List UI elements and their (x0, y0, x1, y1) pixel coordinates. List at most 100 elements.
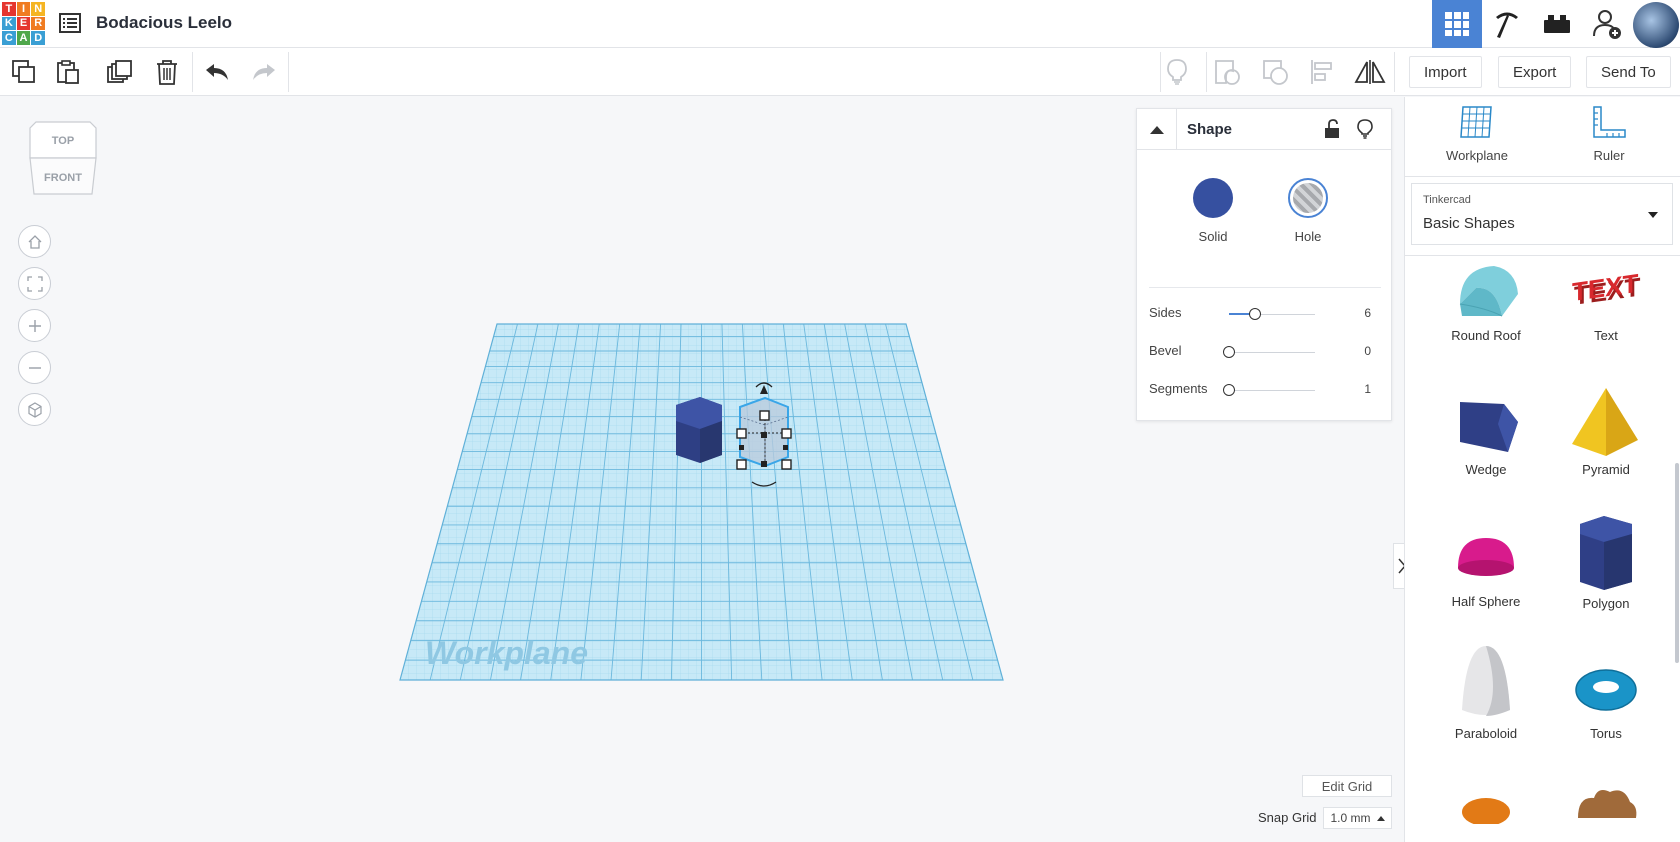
shape-grid: Round Roof TEXT TEXT Text Wedge Pyramid … (1405, 256, 1675, 842)
round-roof-shape-icon (1459, 266, 1518, 317)
segments-slider-knob[interactable] (1223, 384, 1235, 396)
top-header: T I N K E R C A D Bodacious Leelo (0, 0, 1680, 48)
shape-half-sphere[interactable]: Half Sphere (1426, 526, 1546, 609)
workplane-tool[interactable]: Workplane (1427, 105, 1527, 163)
segments-slider[interactable] (1223, 384, 1315, 396)
shape-label: Paraboloid (1454, 726, 1518, 741)
hide-shape-button[interactable] (1357, 119, 1373, 144)
segments-value[interactable]: 1 (1347, 382, 1371, 396)
copy-button[interactable] (8, 56, 40, 88)
ruler-icon (1593, 106, 1626, 138)
shape-label: Polygon (1582, 596, 1630, 611)
logo-letter: R (31, 16, 45, 31)
mirror-button[interactable] (1354, 56, 1386, 88)
logo-letter: C (2, 31, 16, 45)
shape-polygon[interactable]: Polygon (1546, 512, 1666, 611)
hole-swatch[interactable] (1288, 178, 1328, 218)
shape-wedge[interactable]: Wedge (1426, 394, 1546, 477)
snap-grid-value: 1.0 mm (1330, 811, 1371, 825)
text-shape-icon: TEXT TEXT (1572, 268, 1640, 311)
library-name: Basic Shapes (1423, 215, 1515, 232)
import-button[interactable]: Import (1409, 56, 1482, 88)
undo-button[interactable] (201, 56, 233, 88)
bevel-slider[interactable] (1223, 346, 1315, 358)
design-list-button[interactable] (58, 12, 82, 34)
ruler-tool-label: Ruler (1593, 148, 1625, 163)
shape-next-row-left[interactable] (1426, 784, 1546, 824)
send-to-button[interactable]: Send To (1586, 56, 1671, 88)
design-title[interactable]: Bodacious Leelo (96, 13, 232, 33)
align-icon (1311, 60, 1332, 84)
ungroup-button[interactable] (1259, 56, 1291, 88)
hole-label[interactable]: Hole (1278, 229, 1338, 244)
shape-paraboloid[interactable]: Paraboloid (1426, 642, 1546, 741)
shape-pyramid[interactable]: Pyramid (1546, 386, 1666, 477)
ruler-tool[interactable]: Ruler (1559, 105, 1659, 163)
shape-label: Round Roof (1451, 328, 1521, 343)
delete-button[interactable] (151, 56, 183, 88)
add-user-icon (1593, 10, 1621, 39)
toolbar-divider (1206, 52, 1207, 92)
bricks-button[interactable] (1532, 0, 1582, 48)
chevron-up-icon (1149, 126, 1164, 134)
light-bulb-icon (1167, 59, 1187, 85)
shape-label: Half Sphere (1451, 594, 1521, 609)
polygon-shape-solid[interactable] (676, 397, 722, 463)
shapes-panel: Workplane Ruler Tinkercad Basic Shapes R… (1404, 97, 1680, 842)
logo-letter: A (16, 31, 31, 45)
bevel-slider-knob[interactable] (1223, 346, 1235, 358)
export-button[interactable]: Export (1498, 56, 1572, 88)
paste-button[interactable] (52, 56, 84, 88)
inspector-title: Shape (1187, 121, 1233, 138)
lock-button[interactable] (1324, 119, 1340, 144)
copy-icon (12, 60, 35, 83)
user-avatar-button[interactable] (1632, 0, 1680, 48)
orange-shape-icon (1462, 798, 1510, 824)
logo-letter: E (16, 16, 31, 31)
collapse-inspector-button[interactable] (1137, 109, 1177, 150)
shape-label: Wedge (1465, 462, 1507, 477)
duplicate-button[interactable] (104, 56, 136, 88)
shape-round-roof[interactable]: Round Roof (1426, 260, 1546, 343)
paste-icon (57, 60, 79, 84)
redo-button[interactable] (248, 56, 280, 88)
group-button[interactable] (1211, 56, 1243, 88)
show-all-button[interactable] (1161, 56, 1193, 88)
workplane-icon (1460, 106, 1492, 138)
tinkercad-logo[interactable]: T I N K E R C A D (2, 2, 45, 45)
invite-user-button[interactable] (1582, 0, 1632, 48)
brown-shape-icon (1578, 790, 1637, 818)
paraboloid-shape-icon (1462, 646, 1510, 716)
shape-text[interactable]: TEXT TEXT Text (1546, 260, 1666, 343)
solid-label[interactable]: Solid (1183, 229, 1243, 244)
shapes-scrollbar[interactable] (1675, 463, 1679, 663)
redo-icon (253, 64, 275, 80)
wedge-shape-icon (1460, 402, 1518, 452)
toolbar-divider (192, 52, 193, 92)
edit-grid-button[interactable]: Edit Grid (1302, 775, 1392, 797)
solid-color-swatch[interactable] (1193, 178, 1233, 218)
bevel-value[interactable]: 0 (1347, 344, 1371, 358)
shape-inspector: Shape Solid Hole Sides 6 Bevel 0 Segment… (1136, 108, 1392, 421)
snap-grid-select[interactable]: 1.0 mm (1323, 807, 1392, 829)
sides-label: Sides (1149, 305, 1182, 320)
pyramid-shape-icon (1572, 388, 1638, 456)
workplane[interactable]: Workplane (0, 97, 1100, 842)
workplane-label: Workplane (425, 635, 588, 671)
polygon-shape-icon (1580, 516, 1632, 590)
3d-design-button[interactable] (1432, 0, 1482, 48)
shape-label: Text (1594, 328, 1618, 343)
minecraft-button[interactable] (1482, 0, 1532, 48)
sides-slider-knob[interactable] (1248, 308, 1261, 320)
brick-icon (1544, 15, 1570, 33)
undo-icon (206, 64, 228, 80)
shape-torus[interactable]: Torus (1546, 650, 1666, 741)
shape-next-row-right[interactable] (1546, 778, 1666, 818)
3d-viewport[interactable]: TOP FRONT Workplane Shape Solid Hole Sid… (0, 97, 1409, 842)
align-button[interactable] (1306, 56, 1338, 88)
shape-library-select[interactable]: Tinkercad Basic Shapes (1411, 183, 1673, 245)
logo-letter: D (31, 31, 45, 45)
sides-value[interactable]: 6 (1347, 306, 1371, 320)
sides-slider[interactable] (1229, 308, 1315, 320)
pickaxe-icon (1496, 12, 1518, 38)
